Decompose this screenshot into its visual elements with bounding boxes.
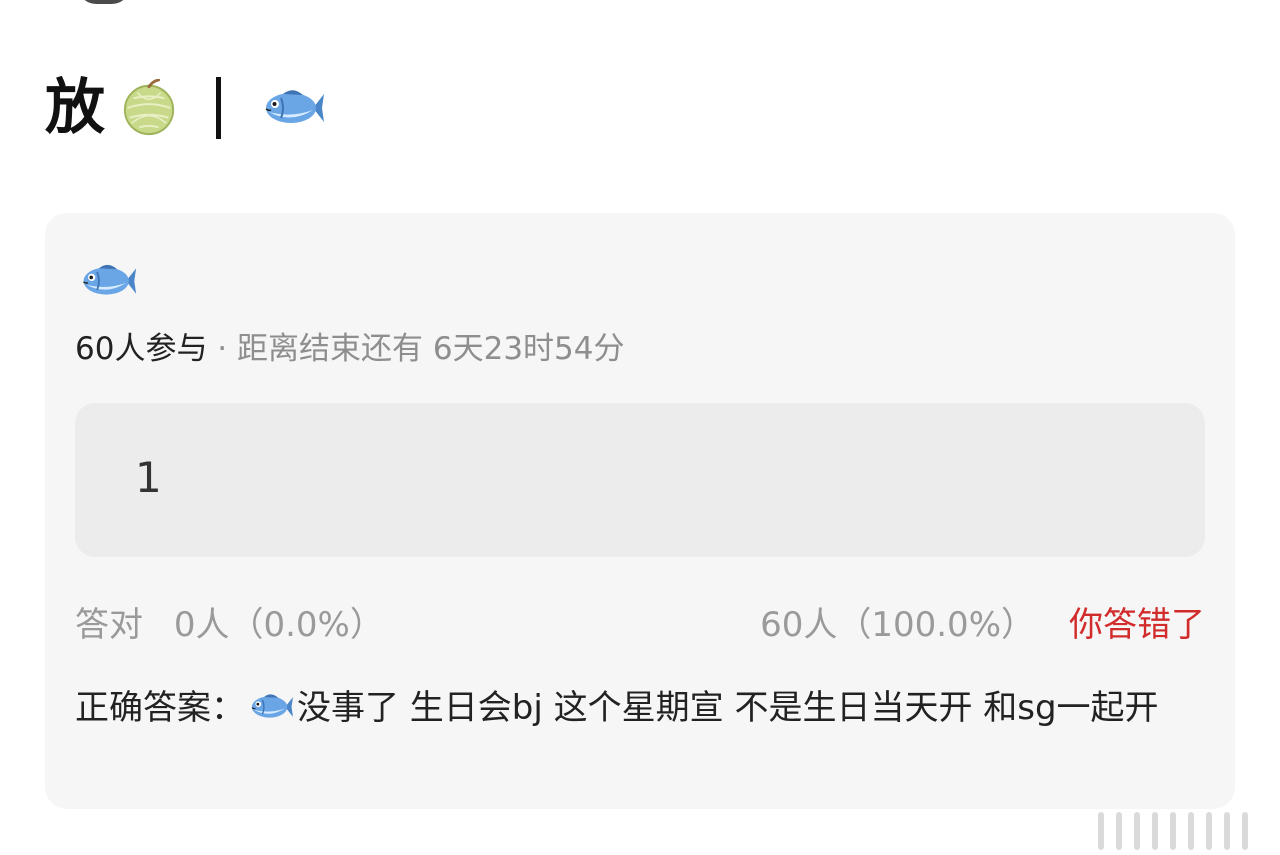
answer-option-text: 1 — [135, 453, 162, 502]
title-text: 放 — [45, 73, 106, 143]
participant-count: 60人参与 — [75, 331, 208, 367]
fish-icon — [265, 90, 324, 123]
scroll-line — [1242, 812, 1248, 850]
scroll-line — [1116, 812, 1122, 850]
scroll-indicator — [1088, 812, 1258, 850]
correct-answer-label: 正确答案： — [75, 688, 245, 728]
wrong-count: 60人（100.0%） — [760, 605, 1035, 645]
poll-title: 放 — [45, 68, 325, 148]
answer-option[interactable]: 1 — [75, 403, 1205, 557]
scroll-line — [1134, 812, 1140, 850]
meta-separator: · — [207, 331, 238, 367]
fish-icon — [83, 264, 137, 295]
title-separator — [216, 77, 221, 139]
scroll-line — [1098, 812, 1104, 850]
page: 放 60人参与 · 距离结束还有 6天23时54分 1 答对 0人（0.0%） … — [0, 0, 1280, 855]
wrong-stats: 60人（100.0%） 你答错了 — [760, 605, 1205, 646]
poll-card: 60人参与 · 距离结束还有 6天23时54分 1 答对 0人（0.0%） 60… — [45, 213, 1235, 809]
scroll-line — [1224, 812, 1230, 850]
melon-icon — [123, 79, 175, 136]
correct-label: 答对 — [75, 605, 143, 645]
correct-answer-text: 没事了 生日会bj 这个星期宣 不是生日当天开 和sg一起开 — [297, 688, 1159, 728]
countdown-text: 距离结束还有 6天23时54分 — [237, 331, 625, 367]
scroll-line — [1188, 812, 1194, 850]
scroll-line — [1206, 812, 1212, 850]
scroll-line — [1152, 812, 1158, 850]
correct-count: 0人（0.0%） — [173, 605, 384, 645]
avatar[interactable] — [78, 0, 130, 4]
scroll-line — [1170, 812, 1176, 850]
correct-answer: 正确答案： 没事了 生日会bj 这个星期宣 不是生日当天开 和sg一起开 — [75, 685, 1205, 732]
wrong-answer-label: 你答错了 — [1069, 605, 1205, 645]
fish-icon — [251, 694, 293, 718]
poll-meta: 60人参与 · 距离结束还有 6天23时54分 — [75, 331, 624, 368]
poll-stats: 答对 0人（0.0%） 60人（100.0%） 你答错了 — [75, 605, 1205, 646]
